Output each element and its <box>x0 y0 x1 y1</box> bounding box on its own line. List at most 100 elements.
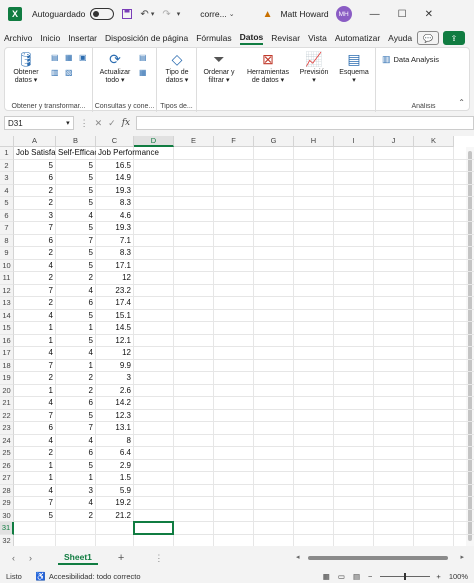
row-header-8[interactable]: 8 <box>0 234 14 247</box>
table-cell[interactable]: 4 <box>14 485 56 498</box>
row-header-7[interactable]: 7 <box>0 222 14 235</box>
tab-datos[interactable]: Datos <box>239 32 264 45</box>
close-icon[interactable]: ✕ <box>425 9 433 20</box>
selected-cell-d31[interactable] <box>133 521 174 535</box>
table-cell[interactable]: 5 <box>56 197 96 210</box>
row-header-11[interactable]: 11 <box>0 272 14 285</box>
warning-icon[interactable]: ▲ <box>263 9 273 20</box>
table-cell[interactable]: 9.9 <box>96 360 134 373</box>
data-analysis-button[interactable]: ▥ Data Analysis <box>382 54 439 65</box>
name-box[interactable]: D31 ▾ <box>4 116 74 130</box>
table-cell[interactable]: 8.3 <box>96 247 134 260</box>
from-table-icon[interactable]: ▥ <box>51 68 59 77</box>
row-header-15[interactable]: 15 <box>0 322 14 335</box>
table-cell[interactable]: 5 <box>14 160 56 173</box>
table-cell[interactable]: 13.1 <box>96 422 134 435</box>
row-header-26[interactable]: 26 <box>0 459 14 472</box>
tab-archivo[interactable]: Archivo <box>4 33 32 43</box>
row-header-19[interactable]: 19 <box>0 372 14 385</box>
header-cell[interactable]: Job Satisfaction <box>14 147 56 160</box>
column-header-a[interactable]: A <box>14 136 56 147</box>
collapse-ribbon-icon[interactable]: ⌃ <box>458 98 465 107</box>
zoom-out-icon[interactable]: − <box>368 572 372 581</box>
table-cell[interactable]: 5 <box>56 172 96 185</box>
row-header-1[interactable]: 1 <box>0 147 14 160</box>
table-cell[interactable]: 6 <box>56 297 96 310</box>
share-button[interactable]: ⇪ <box>443 31 465 45</box>
doc-dropdown-icon[interactable]: ⌄ <box>229 10 235 18</box>
table-cell[interactable]: 21.2 <box>96 510 134 523</box>
table-cell[interactable]: 5 <box>56 260 96 273</box>
table-cell[interactable]: 1 <box>56 322 96 335</box>
table-cell[interactable]: 6 <box>14 172 56 185</box>
row-header-29[interactable]: 29 <box>0 497 14 510</box>
table-cell[interactable]: 1 <box>14 322 56 335</box>
table-cell[interactable]: 7 <box>14 360 56 373</box>
add-sheet-icon[interactable]: + <box>118 552 124 564</box>
zoom-level[interactable]: 100% <box>449 572 468 581</box>
customize-toolbar-icon[interactable]: ▾ <box>177 10 181 18</box>
table-cell[interactable]: 2.6 <box>96 385 134 398</box>
undo-icon[interactable]: ↶ <box>140 9 148 20</box>
accessibility-status[interactable]: ♿ Accesibilidad: todo correcto <box>36 572 141 581</box>
column-header-f[interactable]: F <box>214 136 254 147</box>
redo-icon[interactable]: ↷ <box>162 9 170 20</box>
table-cell[interactable]: 6 <box>14 235 56 248</box>
tab-ayuda[interactable]: Ayuda <box>388 33 412 43</box>
table-cell[interactable]: 6 <box>14 422 56 435</box>
forecast-button[interactable]: 📈 Previsión ▾ <box>297 52 331 85</box>
row-header-12[interactable]: 12 <box>0 284 14 297</box>
select-all-corner[interactable] <box>0 136 14 147</box>
table-cell[interactable]: 14.9 <box>96 172 134 185</box>
table-cell[interactable]: 5 <box>56 410 96 423</box>
table-cell[interactable]: 5 <box>56 460 96 473</box>
table-cell[interactable]: 4 <box>14 397 56 410</box>
table-cell[interactable]: 3 <box>96 372 134 385</box>
data-tools-button[interactable]: ⊠ Herramientas de datos ▾ <box>243 52 293 85</box>
get-data-button[interactable]: 🛢 Obtener datos ▾ <box>9 52 43 85</box>
table-cell[interactable]: 1 <box>14 460 56 473</box>
table-cell[interactable]: 3 <box>56 485 96 498</box>
table-cell[interactable]: 1 <box>56 472 96 485</box>
properties-icon[interactable]: ▦ <box>139 68 147 77</box>
row-header-3[interactable]: 3 <box>0 172 14 185</box>
spreadsheet-grid[interactable]: A B C D E F G H I J K 1 2 3 4 5 6 7 8 9 10 11 12 13 14 15 16 17 18 19… <box>0 136 474 546</box>
table-cell[interactable]: 4 <box>56 347 96 360</box>
row-header-21[interactable]: 21 <box>0 397 14 410</box>
save-icon[interactable] <box>122 9 133 19</box>
row-header-2[interactable]: 2 <box>0 159 14 172</box>
table-cell[interactable]: 8 <box>96 435 134 448</box>
table-cell[interactable]: 4 <box>56 285 96 298</box>
horizontal-scroll-thumb[interactable] <box>308 556 448 560</box>
table-cell[interactable]: 7 <box>14 410 56 423</box>
maximize-icon[interactable]: ☐ <box>398 9 407 20</box>
table-cell[interactable]: 2 <box>14 447 56 460</box>
row-header-23[interactable]: 23 <box>0 422 14 435</box>
sheet-options-icon[interactable]: ⋮ <box>154 553 163 564</box>
table-cell[interactable]: 4 <box>56 497 96 510</box>
enter-icon[interactable]: ✓ <box>108 118 116 129</box>
table-cell[interactable]: 5 <box>14 510 56 523</box>
table-cell[interactable]: 23.2 <box>96 285 134 298</box>
tab-vista[interactable]: Vista <box>308 33 327 43</box>
sheet-tab-sheet1[interactable]: Sheet1 <box>58 551 98 565</box>
table-cell[interactable]: 5 <box>56 247 96 260</box>
table-cell[interactable]: 2 <box>14 197 56 210</box>
data-types-button[interactable]: ◇ Tipo de datos ▾ <box>160 52 194 85</box>
row-header-9[interactable]: 9 <box>0 247 14 260</box>
insert-function-icon[interactable]: fx <box>122 118 130 128</box>
tab-inicio[interactable]: Inicio <box>40 33 60 43</box>
document-name[interactable]: corre... <box>200 9 226 19</box>
table-cell[interactable]: 12 <box>96 272 134 285</box>
row-header-5[interactable]: 5 <box>0 197 14 210</box>
table-cell[interactable]: 4 <box>14 435 56 448</box>
table-cell[interactable]: 14.5 <box>96 322 134 335</box>
table-cell[interactable]: 2 <box>56 272 96 285</box>
table-cell[interactable]: 7 <box>14 497 56 510</box>
tab-automatizar[interactable]: Automatizar <box>335 33 380 43</box>
table-cell[interactable]: 5 <box>56 310 96 323</box>
row-header-30[interactable]: 30 <box>0 509 14 522</box>
table-cell[interactable]: 7 <box>14 222 56 235</box>
queries-connections-icon[interactable]: ▤ <box>139 53 147 62</box>
row-header-18[interactable]: 18 <box>0 359 14 372</box>
